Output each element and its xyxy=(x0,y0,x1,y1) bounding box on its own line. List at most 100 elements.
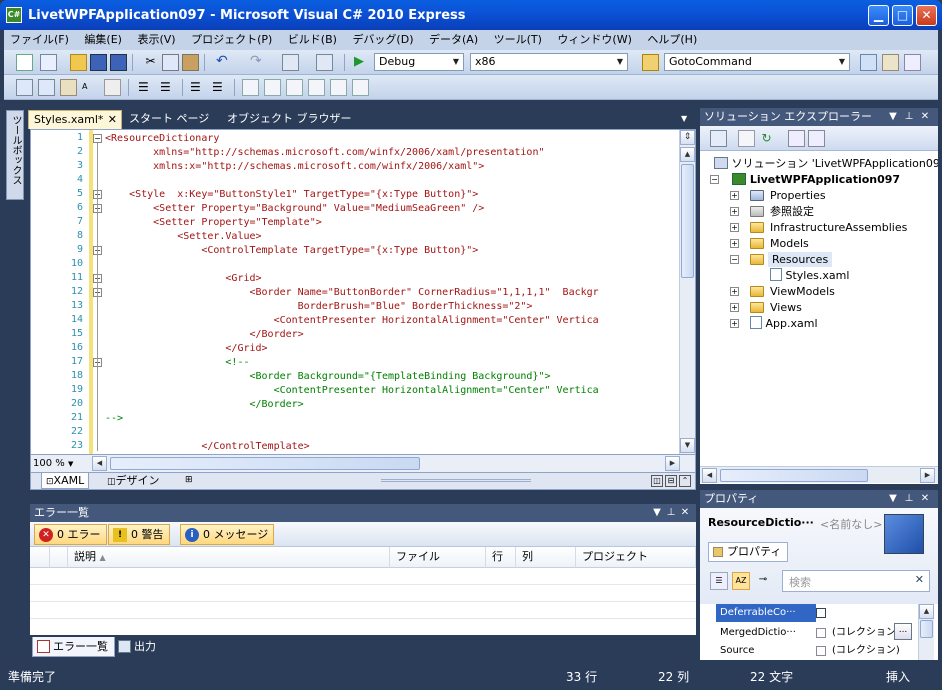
warnings-filter-button[interactable]: ! 0 警告 xyxy=(108,524,170,545)
properties-icon[interactable] xyxy=(710,130,727,147)
alphabetical-icon[interactable]: AZ xyxy=(732,572,750,590)
collapse-pane-icon[interactable]: ⌃ xyxy=(679,475,691,487)
bookmark-icon[interactable] xyxy=(104,79,121,96)
close-icon[interactable]: ✕ xyxy=(108,111,117,128)
menu-project[interactable]: プロジェクト(P) xyxy=(185,30,278,48)
open-file-icon[interactable] xyxy=(70,54,87,71)
toolbox-tab[interactable]: ツールボックス xyxy=(6,110,24,200)
refresh-icon[interactable]: ↻ xyxy=(758,130,775,147)
property-name-deferrable[interactable]: DeferrableCo··· xyxy=(716,604,816,622)
close-icon[interactable]: ✕ xyxy=(678,504,692,521)
scroll-left-button[interactable]: ◀ xyxy=(92,456,107,471)
menu-file[interactable]: ファイル(F) xyxy=(4,30,75,48)
tree-item-references[interactable]: 参照設定 xyxy=(770,204,814,219)
tree-item-app-xaml[interactable]: App.xaml xyxy=(750,316,818,331)
tab-error-list[interactable]: エラー一覧 xyxy=(32,637,115,657)
code-line[interactable]: <ContentPresenter HorizontalAlignment="C… xyxy=(105,384,599,398)
tab-properties[interactable]: プロパティ xyxy=(708,542,789,562)
add-item-icon[interactable] xyxy=(40,54,57,71)
clear-search-icon[interactable]: ✕ xyxy=(915,573,924,586)
menu-window[interactable]: ウィンドウ(W) xyxy=(551,30,637,48)
cut-icon[interactable]: ✂ xyxy=(142,54,159,71)
code-line[interactable]: <!-- xyxy=(105,356,249,370)
show-all-files-icon[interactable] xyxy=(738,130,755,147)
zoom-level[interactable]: 100 % ▼ xyxy=(33,457,75,471)
solution-explorer-icon[interactable] xyxy=(860,54,877,71)
code-line[interactable]: </Border> xyxy=(105,398,303,412)
tab-styles-xaml[interactable]: Styles.xaml* ✕ xyxy=(28,110,122,129)
code-line[interactable]: <ContentPresenter HorizontalAlignment="C… xyxy=(105,314,599,328)
collection-edit-button[interactable]: ... xyxy=(894,623,912,640)
errors-filter-button[interactable]: ✕ 0 エラー xyxy=(34,524,107,545)
menu-debug[interactable]: デバッグ(D) xyxy=(346,30,419,48)
split-handle-icon[interactable]: ⇕ xyxy=(680,130,695,145)
property-name-merged[interactable]: MergedDictio··· xyxy=(716,624,816,642)
pin-icon[interactable]: ⊥ xyxy=(664,504,678,521)
tree-item-styles-xaml[interactable]: Styles.xaml xyxy=(770,268,849,283)
toggle-bookmark-icon[interactable] xyxy=(242,79,259,96)
events-icon[interactable]: ⊸ xyxy=(754,572,772,590)
expand-icon[interactable]: + xyxy=(730,239,739,248)
property-marker-icon[interactable] xyxy=(816,646,826,656)
expand-icon[interactable]: + xyxy=(730,303,739,312)
code-line[interactable]: </Border> xyxy=(105,328,303,342)
maximize-button[interactable]: □ xyxy=(892,5,913,26)
tab-dropdown-icon[interactable]: ▼ xyxy=(676,110,692,129)
column-col[interactable]: 列 xyxy=(516,547,576,568)
find-in-files-icon[interactable] xyxy=(642,54,659,71)
copy-icon[interactable] xyxy=(162,54,179,71)
indent-icon[interactable]: ☰ xyxy=(160,79,177,96)
minimize-button[interactable]: ▁ xyxy=(868,5,889,26)
menu-edit[interactable]: 編集(E) xyxy=(78,30,128,48)
tree-item-viewmodels[interactable]: ViewModels xyxy=(770,284,835,299)
column-description[interactable]: 説明 ▲ xyxy=(68,547,390,568)
scroll-left-button[interactable]: ◀ xyxy=(702,468,717,483)
tree-item-properties[interactable]: Properties xyxy=(770,188,826,203)
next-bookmark-icon[interactable] xyxy=(286,79,303,96)
horizontal-split-icon[interactable]: ⊟ xyxy=(665,475,677,487)
menu-data[interactable]: データ(A) xyxy=(423,30,484,48)
close-icon[interactable]: ✕ xyxy=(918,490,932,507)
window-position-icon[interactable]: ▼ xyxy=(650,504,664,521)
code-line[interactable]: --> xyxy=(105,412,123,426)
code-line[interactable]: <Setter Property="Template"> xyxy=(105,216,322,230)
code-line[interactable]: <Setter.Value> xyxy=(105,230,261,244)
code-line[interactable]: <Border Background="{TemplateBinding Bac… xyxy=(105,370,550,384)
view-designer-icon[interactable] xyxy=(808,130,825,147)
navigate-forward-icon[interactable] xyxy=(316,54,333,71)
navigate-backward-icon[interactable] xyxy=(282,54,299,71)
tab-output[interactable]: 出力 xyxy=(114,637,162,657)
tab-xaml[interactable]: ⊡XAML xyxy=(41,473,90,489)
start-debugging-icon[interactable]: ▶ xyxy=(354,54,371,71)
collapse-icon[interactable]: − xyxy=(730,255,739,264)
parameter-info-icon[interactable] xyxy=(38,79,55,96)
code-line[interactable]: <Grid> xyxy=(105,272,261,286)
scroll-right-button[interactable]: ▶ xyxy=(665,456,680,471)
code-line[interactable]: xmlns:x="http://schemas.microsoft.com/wi… xyxy=(105,160,484,174)
swap-panes-icon[interactable]: ⊞ xyxy=(181,473,197,489)
comment-out-icon[interactable]: ☰ xyxy=(190,79,207,96)
hscroll-thumb[interactable] xyxy=(720,469,868,482)
clear-bookmarks-icon[interactable] xyxy=(352,79,369,96)
save-all-icon[interactable] xyxy=(110,54,127,71)
previous-bookmark-folder-icon[interactable] xyxy=(308,79,325,96)
expand-icon[interactable]: + xyxy=(730,287,739,296)
solution-hscrollbar[interactable]: ◀ ▶ xyxy=(700,466,938,483)
property-marker-icon[interactable] xyxy=(816,628,826,638)
expand-icon[interactable]: + xyxy=(730,191,739,200)
code-line[interactable]: <ResourceDictionary xyxy=(105,132,219,146)
property-name-source[interactable]: Source xyxy=(716,642,816,660)
expand-icon[interactable]: + xyxy=(730,223,739,232)
messages-filter-button[interactable]: i 0 メッセージ xyxy=(180,524,275,545)
property-scrollbar[interactable]: ▲ xyxy=(918,604,934,660)
close-button[interactable]: ✕ xyxy=(916,5,937,26)
scroll-up-button[interactable]: ▲ xyxy=(919,604,934,619)
project-node[interactable]: LivetWPFApplication097 xyxy=(732,172,900,187)
column-line[interactable]: 行 xyxy=(486,547,516,568)
code-line[interactable]: <Setter Property="Background" Value="Med… xyxy=(105,202,484,216)
code-line[interactable]: </ControlTemplate> xyxy=(105,440,309,454)
close-icon[interactable]: ✕ xyxy=(918,108,932,125)
tab-design[interactable]: ◫デザイン xyxy=(103,473,164,489)
code-line[interactable]: xmlns="http://schemas.microsoft.com/winf… xyxy=(105,146,544,160)
tree-item-models[interactable]: Models xyxy=(770,236,809,251)
